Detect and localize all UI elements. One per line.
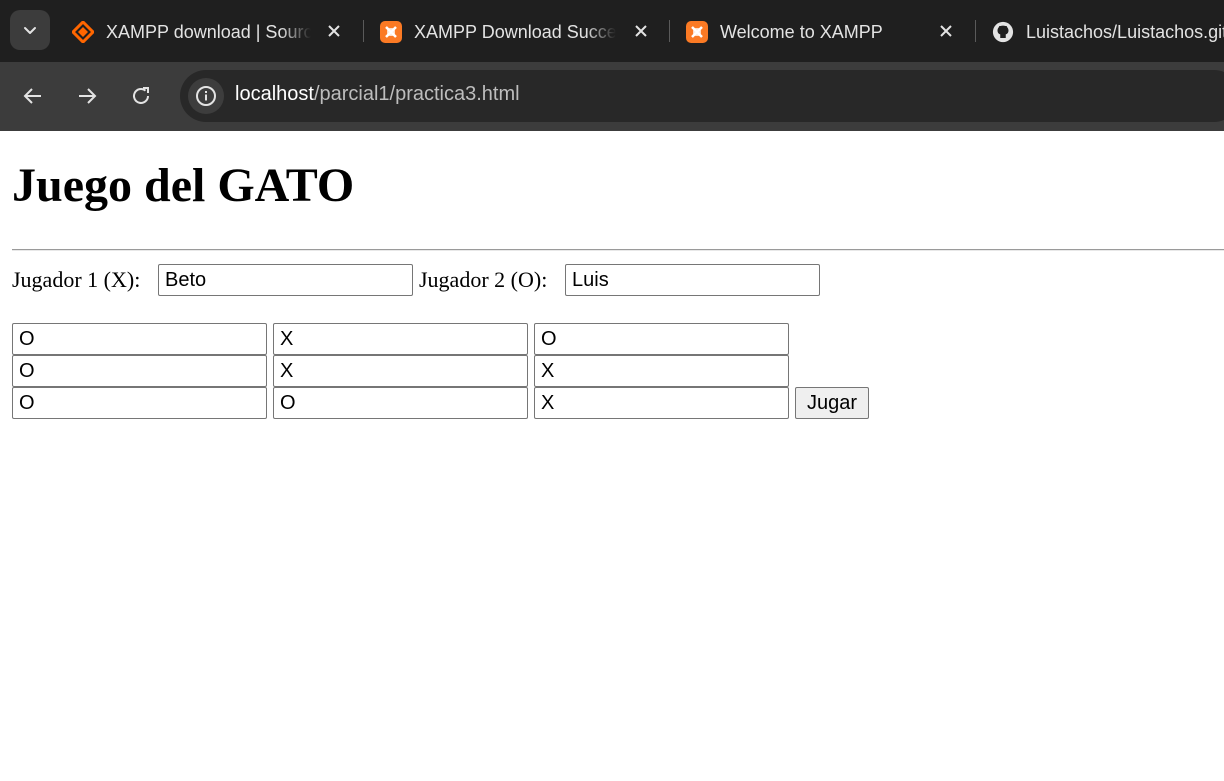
page-title: Juego del GATO bbox=[12, 159, 355, 212]
board-cell-r1c3[interactable] bbox=[534, 323, 789, 355]
browser-toolbar: localhost/parcial1/practica3.html bbox=[0, 62, 1224, 131]
back-button[interactable] bbox=[17, 80, 49, 112]
reload-icon bbox=[133, 87, 149, 104]
horizontal-rule bbox=[12, 249, 1224, 251]
xampp-icon bbox=[380, 21, 402, 43]
tab-separator bbox=[975, 20, 976, 42]
tab-separator bbox=[669, 20, 670, 42]
browser-tab-strip: XAMPP download | SourceForge.net XAMPP D… bbox=[0, 0, 1224, 62]
back-arrow-icon bbox=[23, 88, 41, 104]
xampp-icon bbox=[686, 21, 708, 43]
site-info-button[interactable] bbox=[188, 78, 224, 114]
board-cell-r2c3[interactable] bbox=[534, 355, 789, 387]
url-path: /parcial1/practica3.html bbox=[313, 83, 520, 105]
player1-label: Jugador 1 (X): bbox=[12, 267, 141, 292]
info-icon bbox=[196, 86, 216, 106]
board-cell-r3c2[interactable] bbox=[273, 387, 528, 419]
player1-name-input[interactable] bbox=[158, 264, 413, 296]
forward-button[interactable] bbox=[71, 80, 103, 112]
url-host: localhost bbox=[235, 83, 314, 105]
play-button[interactable]: Jugar bbox=[795, 387, 869, 419]
tab-search-button[interactable] bbox=[10, 10, 50, 50]
close-icon[interactable] bbox=[935, 20, 957, 42]
player2-name-input[interactable] bbox=[565, 264, 820, 296]
address-bar[interactable]: localhost/parcial1/practica3.html bbox=[180, 70, 1224, 122]
board-cell-r1c1[interactable] bbox=[12, 323, 267, 355]
close-icon[interactable] bbox=[630, 20, 652, 42]
tab-separator bbox=[363, 20, 364, 42]
chevron-down-icon bbox=[24, 27, 36, 34]
tab-github-luistachos[interactable]: Luistachos/Luistachos.github.io bbox=[992, 14, 1224, 50]
tab-title: Luistachos/Luistachos.github.io bbox=[1026, 21, 1224, 42]
close-icon[interactable] bbox=[323, 20, 345, 42]
tab-title: XAMPP download | SourceForge.net bbox=[106, 21, 311, 42]
tab-xampp-sourceforge[interactable]: XAMPP download | SourceForge.net bbox=[72, 14, 311, 50]
board-cell-r1c2[interactable] bbox=[273, 323, 528, 355]
board-cell-r3c3[interactable] bbox=[534, 387, 789, 419]
tab-xampp-download-success[interactable]: XAMPP Download Success bbox=[380, 14, 616, 50]
sourceforge-icon bbox=[72, 21, 94, 43]
board-cell-r2c1[interactable] bbox=[12, 355, 267, 387]
tab-title: XAMPP Download Success bbox=[414, 21, 616, 42]
tab-title: Welcome to XAMPP bbox=[720, 21, 883, 42]
url-text: localhost/parcial1/practica3.html bbox=[235, 83, 520, 106]
board-cell-r2c2[interactable] bbox=[273, 355, 528, 387]
reload-button[interactable] bbox=[125, 80, 157, 112]
forward-arrow-icon bbox=[79, 88, 97, 104]
page-content: Juego del GATO Jugador 1 (X): Jugador 2 … bbox=[0, 131, 1224, 781]
player2-label: Jugador 2 (O): bbox=[419, 267, 548, 292]
github-icon bbox=[992, 21, 1014, 43]
board-cell-r3c1[interactable] bbox=[12, 387, 267, 419]
tab-welcome-to-xampp[interactable]: Welcome to XAMPP bbox=[686, 14, 930, 50]
